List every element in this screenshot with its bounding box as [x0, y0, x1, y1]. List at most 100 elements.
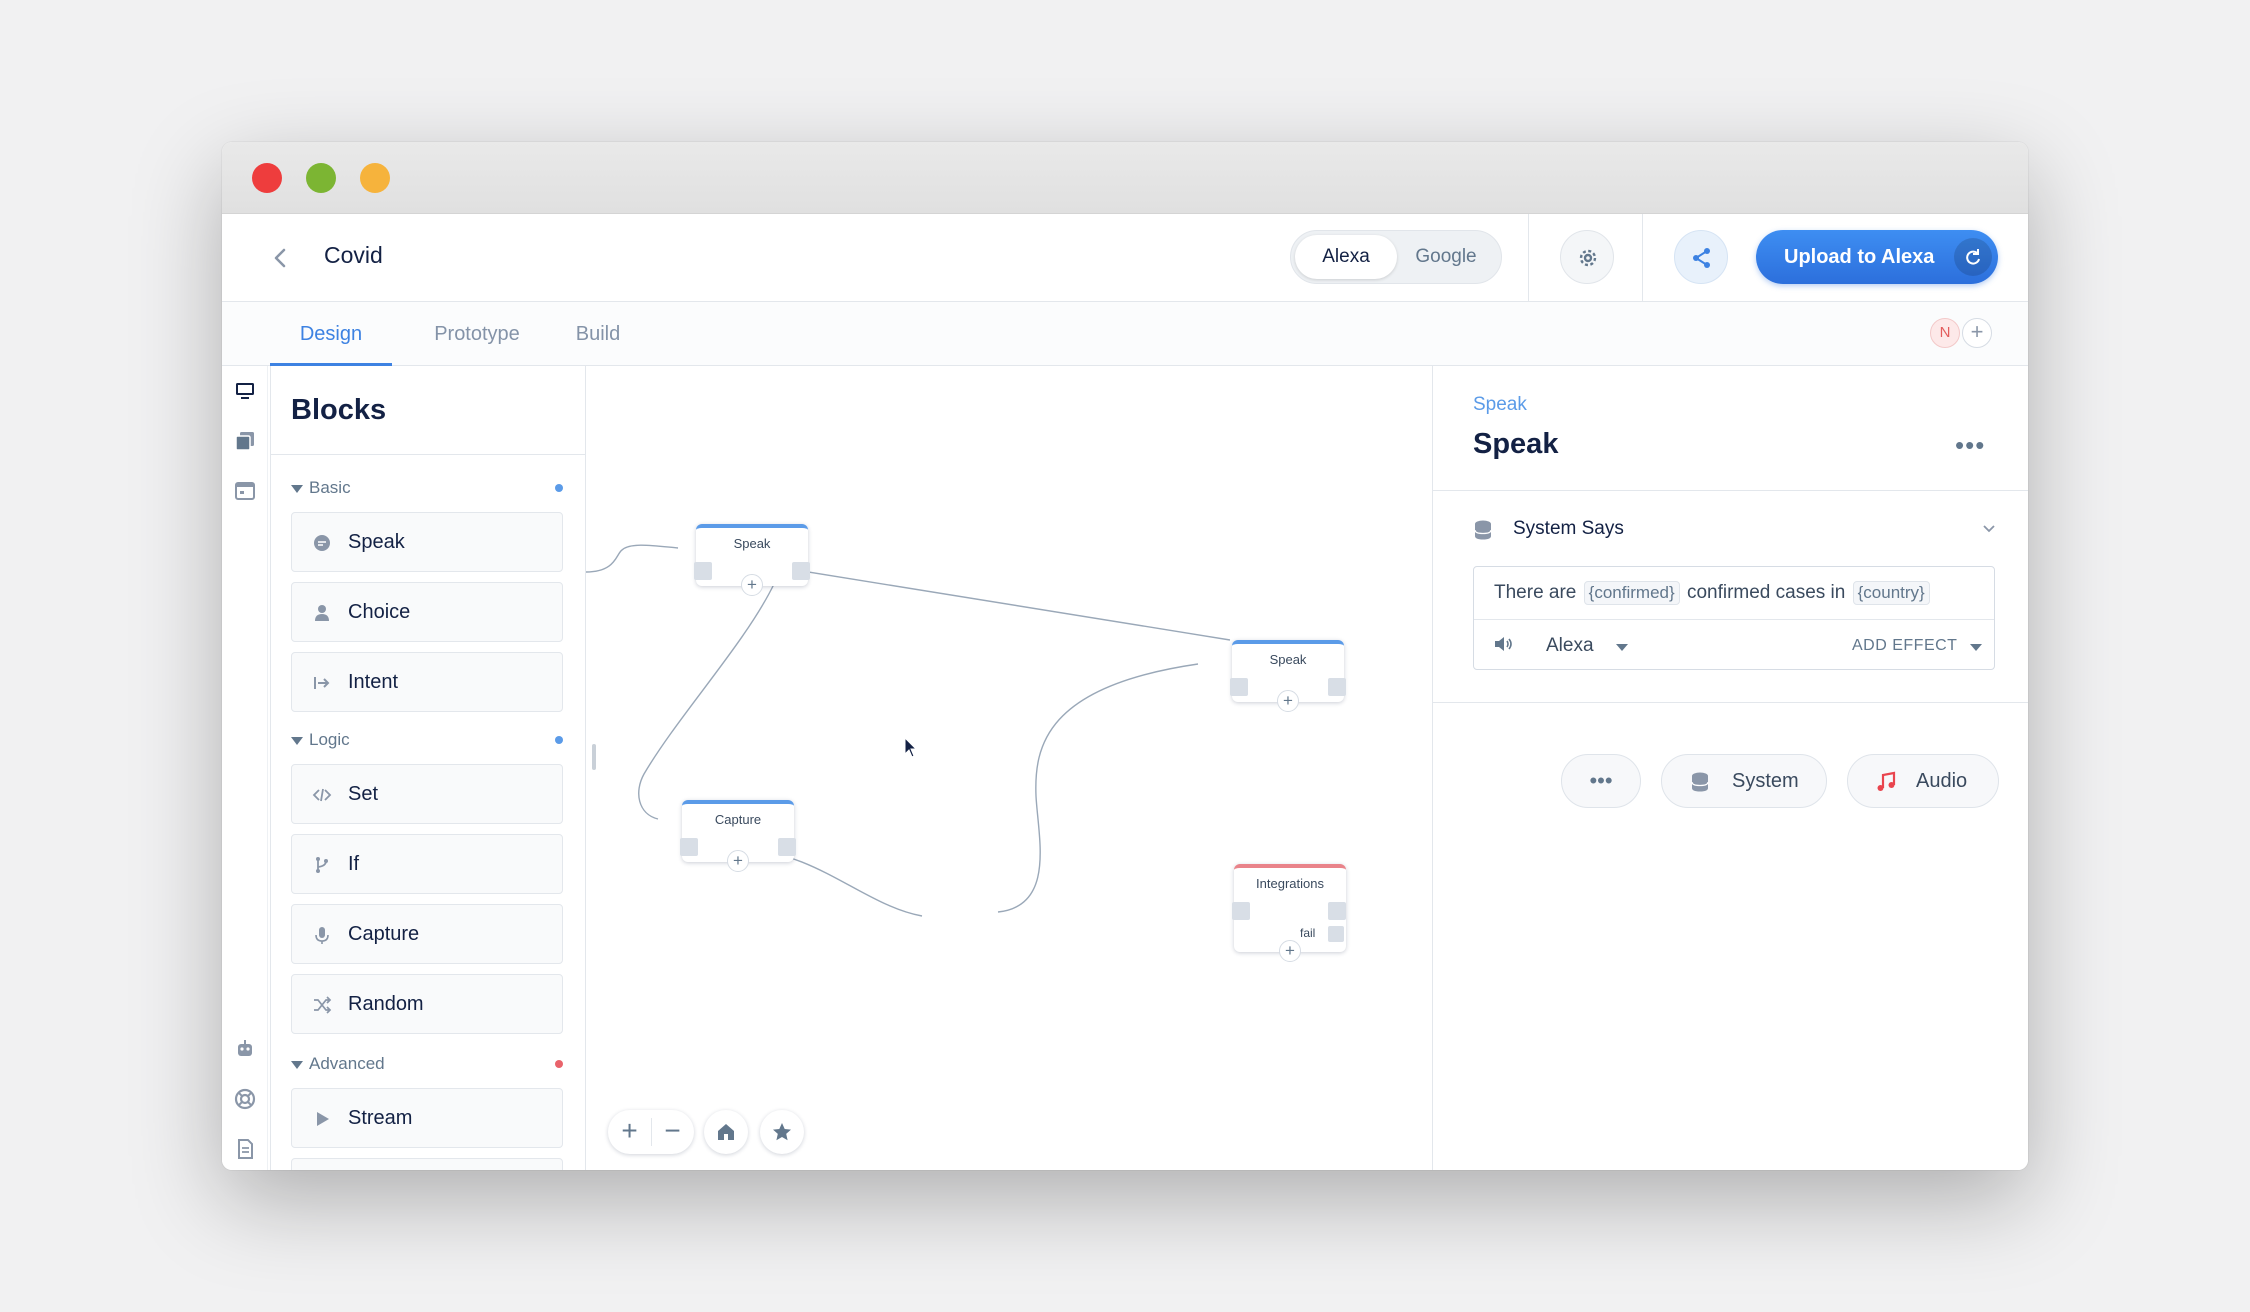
- block-set[interactable]: Set: [291, 764, 563, 824]
- project-title: Covid: [324, 242, 383, 268]
- block-label: Random: [348, 993, 424, 1015]
- database-icon: [1474, 520, 1492, 540]
- block-if[interactable]: If: [291, 834, 563, 894]
- section-dot: [555, 484, 563, 492]
- design-canvas[interactable]: Speak + Speak + Capture + Integrations f…: [586, 366, 1432, 1170]
- variable-chip[interactable]: {confirmed}: [1583, 581, 1680, 605]
- caret-down-icon[interactable]: [1616, 644, 1628, 651]
- music-note-icon: [1877, 771, 1896, 791]
- node-fail-port[interactable]: [1328, 926, 1344, 942]
- block-choice[interactable]: Choice: [291, 582, 563, 642]
- window-titlebar: [222, 142, 2028, 214]
- shuffle-icon: [314, 996, 332, 1014]
- play-icon: [317, 1112, 329, 1126]
- gear-icon: [1579, 249, 1597, 267]
- block-capture[interactable]: Capture: [291, 904, 563, 964]
- avatar[interactable]: N: [1930, 318, 1960, 348]
- platform-option-google[interactable]: Google: [1395, 235, 1497, 279]
- home-button[interactable]: [704, 1110, 748, 1154]
- microphone-icon: [315, 927, 329, 944]
- help-lifebuoy-icon[interactable]: [232, 1086, 258, 1112]
- flow-node-speak[interactable]: Speak +: [1230, 640, 1346, 712]
- section-label: Logic: [309, 730, 350, 749]
- monitor-icon[interactable]: [232, 378, 258, 404]
- chevron-left-icon[interactable]: [260, 238, 300, 278]
- document-icon[interactable]: [232, 1136, 258, 1162]
- editor-title[interactable]: Speak: [1473, 428, 1558, 461]
- flow-node-integrations[interactable]: Integrations fail +: [1232, 864, 1346, 962]
- block-random[interactable]: Random: [291, 974, 563, 1034]
- robot-icon[interactable]: [232, 1036, 258, 1062]
- node-title: Integrations: [1256, 876, 1324, 891]
- blocks-panel: Blocks Basic Speak Choice Intent Logic S…: [270, 366, 586, 1170]
- add-step-button[interactable]: +: [1277, 690, 1299, 712]
- speaker-icon: [1495, 637, 1512, 651]
- add-step-button[interactable]: +: [727, 850, 749, 872]
- divider: [1642, 214, 1643, 302]
- tab-bar: Design Prototype Build N +: [222, 302, 2028, 366]
- section-header-logic[interactable]: Logic: [291, 728, 350, 752]
- section-title[interactable]: System Says: [1513, 518, 1624, 540]
- block-partial[interactable]: [291, 1158, 563, 1170]
- star-icon: [773, 1123, 791, 1141]
- node-in-port[interactable]: [1232, 902, 1250, 920]
- add-step-button[interactable]: +: [741, 574, 763, 596]
- node-out-port[interactable]: [1328, 902, 1346, 920]
- more-options-button[interactable]: •••: [1955, 430, 1985, 461]
- node-out-port[interactable]: [792, 562, 810, 580]
- add-audio-button[interactable]: Audio: [1847, 754, 1999, 808]
- node-title: Speak: [733, 536, 771, 551]
- caret-down-icon: [291, 484, 303, 493]
- divider: [1528, 214, 1529, 302]
- block-speak[interactable]: Speak: [291, 512, 563, 572]
- divider: [1433, 702, 2028, 703]
- section-header-advanced[interactable]: Advanced: [291, 1052, 385, 1076]
- more-step-types-button[interactable]: •••: [1561, 754, 1641, 808]
- flow-node-speak[interactable]: Speak +: [694, 524, 810, 596]
- breadcrumb[interactable]: Speak: [1473, 394, 1527, 416]
- zoom-window-button[interactable]: [360, 163, 390, 193]
- divider: [1433, 490, 2028, 491]
- zoom-controls: + −: [608, 1110, 694, 1154]
- block-intent[interactable]: Intent: [291, 652, 563, 712]
- calendar-icon[interactable]: [232, 478, 258, 504]
- platform-toggle[interactable]: Alexa Google: [1290, 230, 1502, 284]
- tab-prototype[interactable]: Prototype: [412, 302, 542, 366]
- person-icon: [315, 605, 329, 621]
- tab-design[interactable]: Design: [270, 302, 392, 366]
- add-collaborator-button[interactable]: +: [1962, 318, 1992, 348]
- settings-button[interactable]: [1560, 230, 1614, 284]
- chevron-down-icon[interactable]: [1979, 518, 1999, 538]
- node-in-port[interactable]: [1230, 678, 1248, 696]
- blocks-title: Blocks: [291, 394, 387, 426]
- tab-build[interactable]: Build: [558, 302, 638, 366]
- variable-chip[interactable]: {country}: [1852, 581, 1930, 605]
- node-in-port[interactable]: [680, 838, 698, 856]
- block-stream[interactable]: Stream: [291, 1088, 563, 1148]
- minimize-window-button[interactable]: [306, 163, 336, 193]
- close-window-button[interactable]: [252, 163, 282, 193]
- section-label: Basic: [309, 478, 351, 497]
- add-system-button[interactable]: System: [1661, 754, 1827, 808]
- caret-down-icon[interactable]: [1970, 644, 1982, 651]
- zoom-in-button[interactable]: +: [608, 1110, 651, 1154]
- sync-icon[interactable]: [1954, 238, 1992, 276]
- share-button[interactable]: [1674, 230, 1728, 284]
- node-in-port[interactable]: [694, 562, 712, 580]
- divider: [1474, 619, 1994, 620]
- node-out-port[interactable]: [778, 838, 796, 856]
- section-header-basic[interactable]: Basic: [291, 476, 351, 500]
- add-effect-button[interactable]: ADD EFFECT: [1852, 637, 1957, 655]
- add-step-button[interactable]: +: [1279, 940, 1301, 962]
- upload-button[interactable]: Upload to Alexa: [1756, 230, 1998, 284]
- node-title: Capture: [714, 812, 762, 827]
- speech-text-input[interactable]: There are {confirmed} confirmed cases in…: [1494, 581, 1932, 605]
- branch-icon: [316, 857, 328, 873]
- favorite-button[interactable]: [760, 1110, 804, 1154]
- voice-select[interactable]: Alexa: [1546, 635, 1594, 657]
- flow-node-capture[interactable]: Capture +: [680, 800, 796, 872]
- platform-option-alexa[interactable]: Alexa: [1295, 235, 1397, 279]
- node-out-port[interactable]: [1328, 678, 1346, 696]
- zoom-out-button[interactable]: −: [651, 1110, 694, 1154]
- library-icon[interactable]: [232, 428, 258, 454]
